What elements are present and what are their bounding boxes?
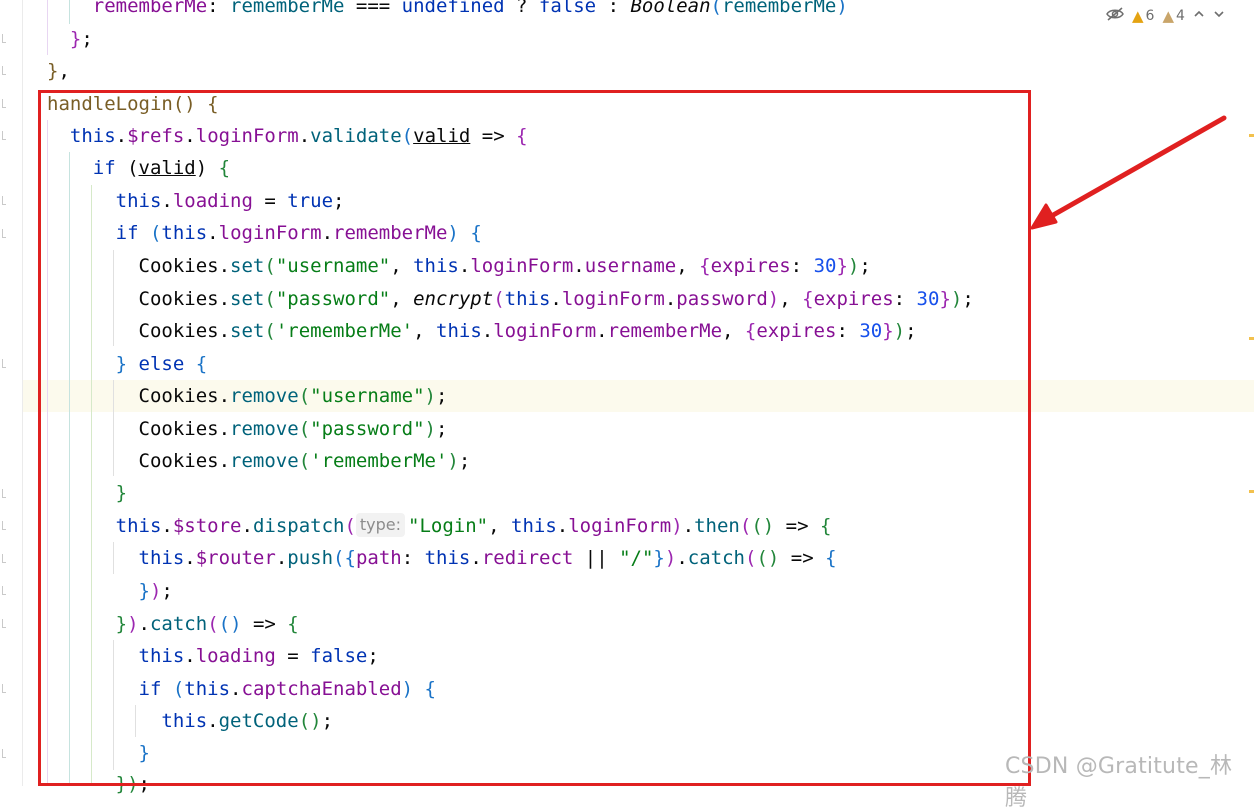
annotation-arrow: [1030, 115, 1227, 230]
watermark: CSDN @Gratitute_林腾: [1005, 754, 1233, 811]
code-editor[interactable]: rememberMe: rememberMe === undefined ? f…: [0, 0, 1254, 811]
